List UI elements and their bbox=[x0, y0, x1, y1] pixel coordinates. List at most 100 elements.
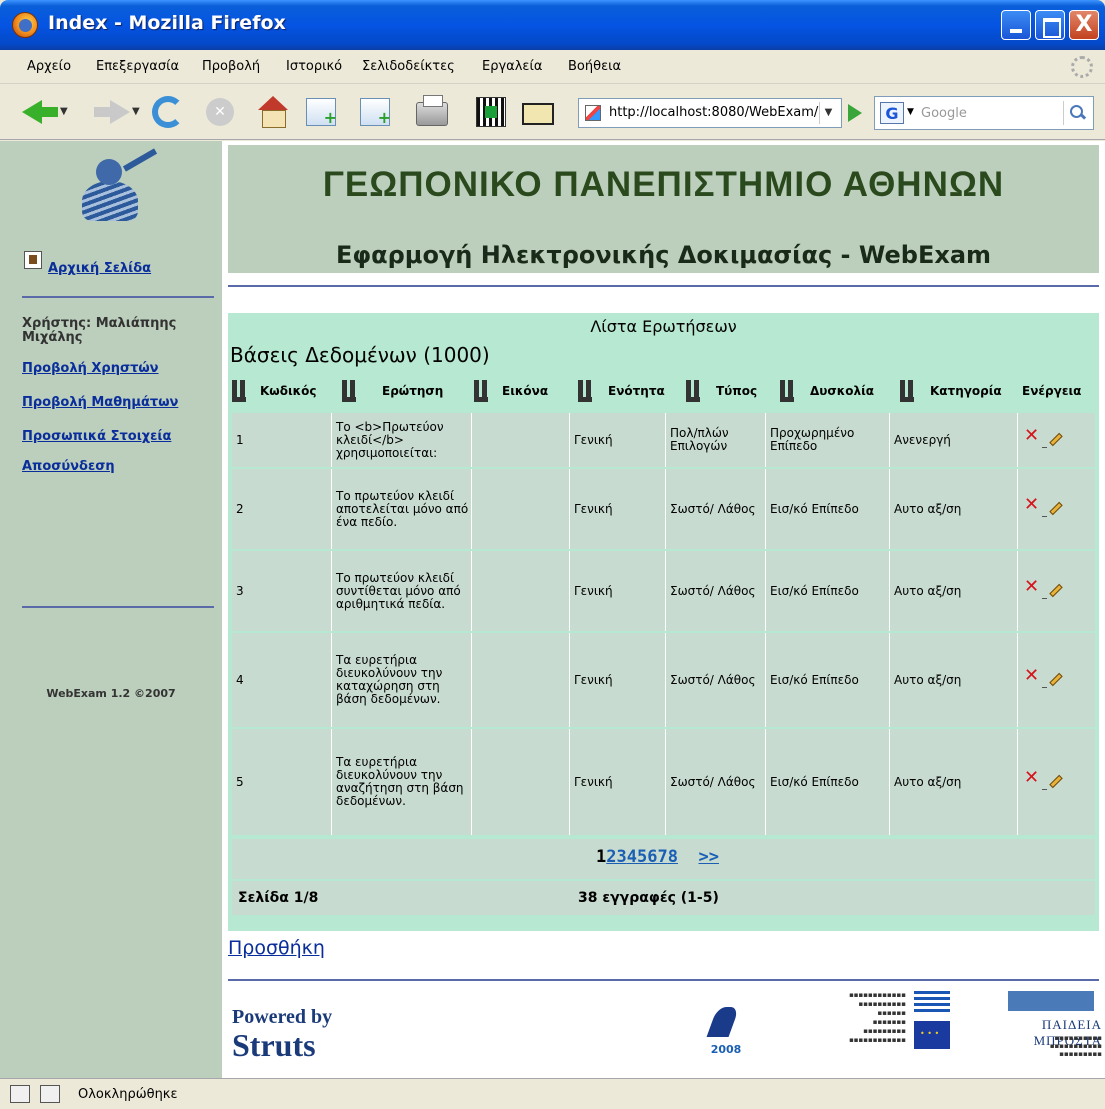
sidebar-item-courses[interactable]: Προβολή Μαθημάτων bbox=[22, 395, 178, 410]
cell-question: Το <b>Πρωτεύον κλειδί</b> χρησιμοποιείτα… bbox=[332, 413, 472, 467]
menu-view[interactable]: Προβολή bbox=[202, 59, 260, 74]
page-link-4[interactable]: 4 bbox=[627, 847, 637, 867]
back-button[interactable]: ▼ bbox=[22, 96, 68, 128]
sort-icon[interactable] bbox=[474, 380, 496, 402]
menu-bookmarks[interactable]: Σελιδοδείκτες bbox=[362, 59, 455, 74]
page-content: Αρχική Σελίδα Χρήστης: Μαλιάπηης Μιχάλης… bbox=[0, 141, 1105, 1078]
delete-icon[interactable]: ✕ bbox=[1024, 578, 1039, 596]
cell-code: 4 bbox=[232, 633, 332, 727]
menu-history[interactable]: Ιστορικό bbox=[286, 59, 342, 74]
search-input[interactable]: Google bbox=[921, 106, 967, 121]
url-bar[interactable]: http://localhost:8080/WebExam/ ▼ bbox=[578, 98, 842, 128]
column-header-image[interactable]: Εικόνα bbox=[474, 373, 570, 409]
back-dropdown-icon[interactable]: ▼ bbox=[60, 106, 68, 117]
window-titlebar: Index - Mozilla Firefox X bbox=[0, 0, 1105, 50]
home-icon[interactable] bbox=[24, 251, 42, 269]
sidebar-item-logout[interactable]: Αποσύνδεση bbox=[22, 459, 115, 474]
status-view-icon[interactable] bbox=[10, 1085, 30, 1103]
search-icon[interactable] bbox=[1063, 101, 1089, 125]
delete-icon[interactable]: ✕ bbox=[1024, 496, 1039, 514]
extension-button-2[interactable] bbox=[522, 103, 554, 125]
cell-code: 3 bbox=[232, 551, 332, 631]
sort-icon[interactable] bbox=[342, 380, 364, 402]
sidebar: Αρχική Σελίδα Χρήστης: Μαλιάπηης Μιχάλης… bbox=[0, 141, 222, 1078]
operational-program-2008-logo: 2008 bbox=[696, 1003, 756, 1063]
home-button[interactable] bbox=[256, 96, 290, 128]
menu-edit[interactable]: Επεξεργασία bbox=[96, 59, 179, 74]
url-text[interactable]: http://localhost:8080/WebExam/ bbox=[609, 105, 818, 120]
menu-tools[interactable]: Εργαλεία bbox=[482, 59, 542, 74]
page-next-link[interactable]: >> bbox=[698, 847, 718, 867]
page-link-3[interactable]: 3 bbox=[617, 847, 627, 867]
table-row: 3 Το πρωτεύον κλειδί συντίθεται μόνο από… bbox=[232, 551, 1095, 631]
cell-category: Αυτο αξ/ση bbox=[890, 551, 1018, 631]
sidebar-item-profile[interactable]: Προσωπικά Στοιχεία bbox=[22, 429, 171, 444]
column-header-type[interactable]: Τύπος bbox=[686, 373, 772, 409]
edit-icon[interactable] bbox=[1049, 774, 1063, 789]
sort-icon[interactable] bbox=[578, 380, 600, 402]
page-link-7[interactable]: 7 bbox=[658, 847, 668, 867]
table-row: 1 Το <b>Πρωτεύον κλειδί</b> χρησιμοποιεί… bbox=[232, 413, 1095, 467]
edit-icon[interactable] bbox=[1049, 501, 1063, 516]
column-header-code[interactable]: Κωδικός bbox=[232, 373, 332, 409]
edit-icon[interactable] bbox=[1049, 672, 1063, 687]
cell-section: Γενική bbox=[570, 469, 666, 549]
edit-icon[interactable] bbox=[1049, 432, 1063, 447]
questions-panel: Λίστα Ερωτήσεων Βάσεις Δεδομένων (1000) … bbox=[228, 313, 1099, 931]
pagination-row: 12345678 >> bbox=[232, 839, 1095, 879]
column-header-category[interactable]: Κατηγορία bbox=[900, 373, 1020, 409]
stop-button[interactable]: ✕ bbox=[206, 98, 234, 126]
search-engine-icon[interactable]: G bbox=[880, 102, 904, 124]
go-button[interactable] bbox=[848, 104, 862, 122]
delete-icon[interactable]: ✕ bbox=[1024, 667, 1039, 685]
sort-icon[interactable] bbox=[900, 380, 922, 402]
url-history-dropdown-icon[interactable]: ▼ bbox=[819, 102, 837, 124]
page-link-2[interactable]: 2 bbox=[606, 847, 616, 867]
cell-section: Γενική bbox=[570, 729, 666, 835]
menu-help[interactable]: Βοήθεια bbox=[568, 59, 621, 74]
sidebar-item-users[interactable]: Προβολή Χρηστών bbox=[22, 361, 159, 376]
new-window-button[interactable]: + bbox=[360, 98, 391, 127]
close-button[interactable]: X bbox=[1069, 10, 1099, 40]
cell-image bbox=[472, 633, 570, 727]
sort-icon[interactable] bbox=[232, 380, 254, 402]
delete-icon[interactable]: ✕ bbox=[1024, 769, 1039, 787]
page-favicon-icon bbox=[585, 105, 601, 121]
column-header-question[interactable]: Ερώτηση bbox=[342, 373, 462, 409]
sort-icon[interactable] bbox=[780, 380, 802, 402]
extension-button[interactable] bbox=[476, 97, 506, 127]
table-row: 4 Τα ευρετήρια διευκολύνουν την καταχώρη… bbox=[232, 633, 1095, 727]
page-link-8[interactable]: 8 bbox=[668, 847, 678, 867]
search-engine-dropdown-icon[interactable]: ▼ bbox=[907, 107, 914, 117]
column-header-action: Ενέργεια bbox=[1022, 384, 1082, 398]
column-header-difficulty[interactable]: Δυσκολία bbox=[780, 373, 890, 409]
page-counter: Σελίδα 1/8 bbox=[238, 890, 319, 906]
page-link-5[interactable]: 5 bbox=[637, 847, 647, 867]
minimize-button[interactable] bbox=[1001, 10, 1031, 40]
page-link-6[interactable]: 6 bbox=[647, 847, 657, 867]
add-question-link[interactable]: Προσθήκη bbox=[228, 937, 325, 959]
edit-icon[interactable] bbox=[1049, 583, 1063, 598]
sidebar-divider bbox=[22, 606, 214, 608]
new-tab-button[interactable]: + bbox=[306, 98, 337, 127]
list-title: Λίστα Ερωτήσεων bbox=[590, 317, 737, 336]
throbber-icon bbox=[1071, 56, 1093, 78]
menu-bar: Αρχείο Επεξεργασία Προβολή Ιστορικό Σελι… bbox=[0, 50, 1105, 84]
forward-button[interactable]: ▼ bbox=[94, 96, 140, 128]
reload-button[interactable] bbox=[152, 96, 184, 128]
sidebar-home-link[interactable]: Αρχική Σελίδα bbox=[48, 261, 151, 276]
main-area: ΓΕΩΠΟΝΙΚΟ ΠΑΝΕΠΙΣΤΗΜΙΟ ΑΘΗΝΩΝ Εφαρμογή Η… bbox=[222, 141, 1105, 1078]
forward-dropdown-icon[interactable]: ▼ bbox=[132, 106, 140, 117]
search-box[interactable]: G ▼ Google bbox=[874, 96, 1094, 130]
cell-code: 5 bbox=[232, 729, 332, 835]
table-header: Κωδικός Ερώτηση Εικόνα Ενότητα Τύπος Δυσ… bbox=[232, 373, 1095, 409]
sort-icon[interactable] bbox=[686, 380, 708, 402]
menu-file[interactable]: Αρχείο bbox=[27, 59, 71, 74]
delete-icon[interactable]: ✕ bbox=[1024, 427, 1039, 445]
status-firebug-icon[interactable] bbox=[40, 1085, 60, 1103]
maximize-button[interactable] bbox=[1035, 10, 1065, 40]
cell-type: Σωστό/ Λάθος bbox=[666, 469, 766, 549]
print-button[interactable] bbox=[416, 95, 448, 126]
column-header-section[interactable]: Ενότητα bbox=[578, 373, 678, 409]
cell-difficulty: Εισ/κό Επίπεδο bbox=[766, 469, 890, 549]
